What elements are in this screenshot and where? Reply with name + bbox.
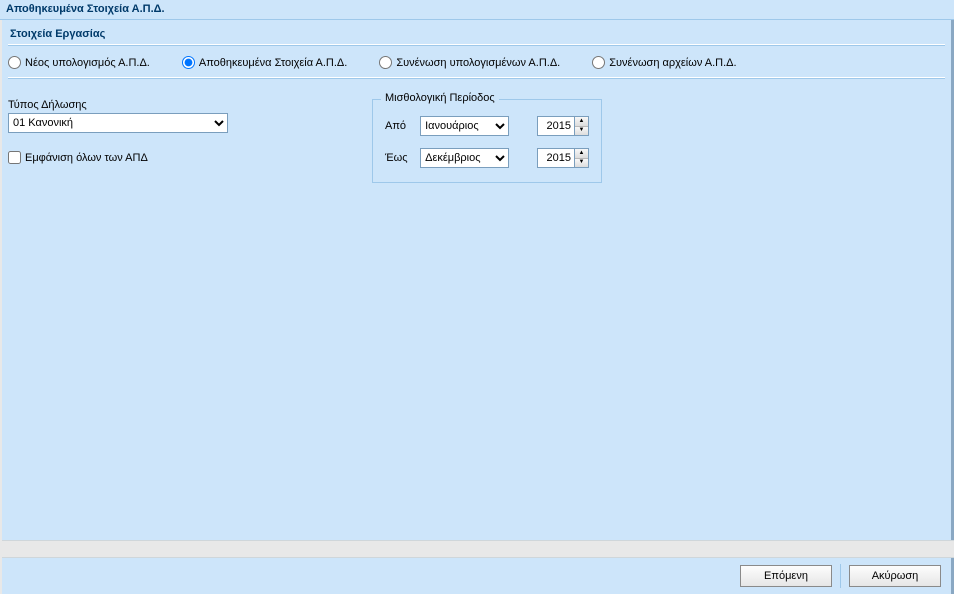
left-column: Τύπος Δήλωσης 01 Κανονική Εμφάνιση όλων … [8,99,248,183]
radio-saved-data-label: Αποθηκευμένα Στοιχεία Α.Π.Δ. [199,57,347,69]
period-from-year-spin-buttons: ▲ ▼ [574,117,588,135]
window: Αποθηκευμένα Στοιχεία Α.Π.Δ. Στοιχεία Ερ… [0,0,954,594]
window-title: Αποθηκευμένα Στοιχεία Α.Π.Δ. [0,0,954,20]
radio-merge-files-label: Συνένωση αρχείων Α.Π.Δ. [609,57,736,69]
window-title-text: Αποθηκευμένα Στοιχεία Α.Π.Δ. [6,3,165,15]
radio-merge-calcs-label: Συνένωση υπολογισμένων Α.Π.Δ. [396,57,560,69]
radio-merge-calcs-input[interactable] [379,56,392,69]
section-separator [8,44,945,46]
period-to-month-select[interactable]: Δεκέμβριος [420,148,509,168]
work-mode-radio-group: Νέος υπολογισμός Α.Π.Δ. Αποθηκευμένα Στο… [8,54,945,73]
declaration-type-select[interactable]: 01 Κανονική [8,113,228,133]
main-panel: Στοιχεία Εργασίας Νέος υπολογισμός Α.Π.Δ… [2,20,954,540]
section-header: Στοιχεία Εργασίας [10,28,945,40]
radio-new-calc-label: Νέος υπολογισμός Α.Π.Δ. [25,57,150,69]
declaration-type-label: Τύπος Δήλωσης [8,99,248,111]
period-from-year-spinner[interactable]: ▲ ▼ [537,116,589,136]
radio-new-calc[interactable]: Νέος υπολογισμός Α.Π.Δ. [8,56,150,69]
button-bar: Επόμενη Ακύρωση [2,558,954,594]
period-fieldset: Μισθολογική Περίοδος Από Ιανουάριος ▲ ▼ [372,99,602,183]
period-to-year-spin-buttons: ▲ ▼ [574,149,588,167]
period-from-year-input[interactable] [538,117,574,135]
next-button[interactable]: Επόμενη [740,565,832,587]
period-to-year-input[interactable] [538,149,574,167]
period-from-month-select[interactable]: Ιανουάριος [420,116,509,136]
period-to-label: Έως [385,152,410,164]
radio-merge-files[interactable]: Συνένωση αρχείων Α.Π.Δ. [592,56,736,69]
period-from-label: Από [385,120,410,132]
section-separator-2 [8,77,945,79]
gap-panel [2,540,954,558]
period-to-row: Έως Δεκέμβριος ▲ ▼ [385,148,589,168]
show-all-apd-label: Εμφάνιση όλων των ΑΠΔ [25,152,148,164]
radio-merge-files-input[interactable] [592,56,605,69]
period-to-year-spinner[interactable]: ▲ ▼ [537,148,589,168]
radio-saved-data[interactable]: Αποθηκευμένα Στοιχεία Α.Π.Δ. [182,56,347,69]
spin-down-icon[interactable]: ▼ [575,127,588,136]
radio-merge-calcs[interactable]: Συνένωση υπολογισμένων Α.Π.Δ. [379,56,560,69]
radio-new-calc-input[interactable] [8,56,21,69]
cancel-button[interactable]: Ακύρωση [849,565,941,587]
button-separator [840,564,841,588]
period-from-row: Από Ιανουάριος ▲ ▼ [385,116,589,136]
spin-down-icon[interactable]: ▼ [575,159,588,168]
spacer [280,99,340,183]
period-column: Μισθολογική Περίοδος Από Ιανουάριος ▲ ▼ [372,99,602,183]
spin-up-icon[interactable]: ▲ [575,149,588,159]
show-all-apd-checkbox[interactable] [8,151,21,164]
period-legend: Μισθολογική Περίοδος [381,92,499,104]
spin-up-icon[interactable]: ▲ [575,117,588,127]
form-row: Τύπος Δήλωσης 01 Κανονική Εμφάνιση όλων … [8,99,945,183]
radio-saved-data-input[interactable] [182,56,195,69]
